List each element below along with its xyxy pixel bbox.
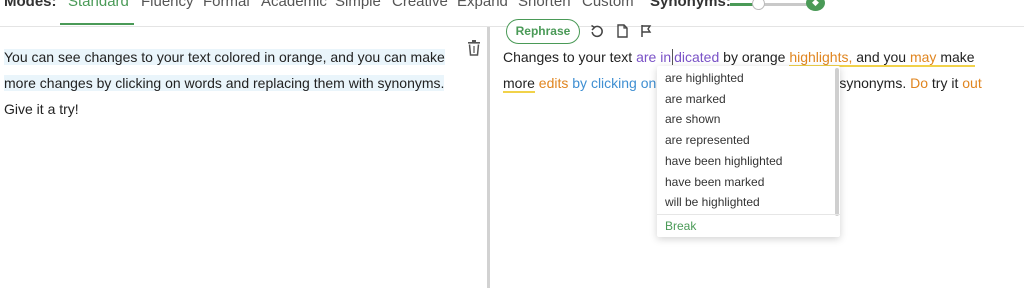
mode-standard[interactable]: Standard	[68, 0, 129, 10]
synonym-option[interactable]: will be highlighted	[665, 195, 760, 209]
active-mode-underline	[60, 23, 134, 25]
flag-icon[interactable]	[639, 24, 653, 38]
synonym-option[interactable]: have been highlighted	[665, 154, 782, 168]
input-text[interactable]: You can see changes to your text colored…	[4, 44, 454, 122]
synonym-option[interactable]: are represented	[665, 133, 750, 147]
output-word-do[interactable]: Do	[910, 75, 928, 91]
output-word-in[interactable]: in	[660, 49, 671, 65]
output-word-make[interactable]: make	[936, 49, 975, 67]
mode-academic[interactable]: Academic	[261, 0, 327, 10]
synonyms-slider[interactable]	[730, 3, 818, 6]
mode-shorten[interactable]: Shorten	[518, 0, 571, 10]
synonym-option[interactable]: are highlighted	[665, 71, 744, 85]
synonyms-label: Synonyms:	[650, 0, 731, 10]
mode-creative[interactable]: Creative	[392, 0, 448, 10]
output-word-by-clicking-on[interactable]: by clicking on	[572, 75, 656, 91]
rephrase-button[interactable]: Rephrase	[506, 19, 580, 44]
output-word-out[interactable]: out	[962, 75, 981, 91]
output-word-dicated[interactable]: dicated	[674, 49, 719, 65]
synonym-option[interactable]: have been marked	[665, 175, 764, 189]
output-text-plain: try it	[928, 75, 963, 91]
output-word-are[interactable]: are	[636, 49, 660, 65]
mode-simple[interactable]: Simple	[335, 0, 381, 10]
mode-expand[interactable]: Expand	[457, 0, 508, 10]
trash-icon[interactable]	[467, 40, 481, 56]
output-word-more[interactable]: more	[503, 75, 535, 93]
output-word-highlights[interactable]: highlights,	[789, 49, 853, 67]
synonyms-slider-knob[interactable]	[752, 0, 765, 10]
modes-label: Modes:	[4, 0, 57, 10]
pane-divider[interactable]	[487, 27, 490, 288]
synonym-option[interactable]: are marked	[665, 92, 726, 106]
dropdown-separator	[657, 214, 840, 215]
input-line-3: Give it a try!	[4, 101, 79, 117]
copy-icon[interactable]	[615, 24, 629, 38]
output-text-plain: Changes to your text	[503, 49, 637, 65]
mode-custom[interactable]: Custom	[582, 0, 634, 10]
output-word-may[interactable]: may	[909, 49, 937, 67]
break-option[interactable]: Break	[665, 219, 696, 233]
output-text-plain: by orange	[719, 49, 790, 65]
undo-icon[interactable]	[590, 24, 604, 38]
mode-formal[interactable]: Formal	[203, 0, 250, 10]
output-word-synonyms[interactable]: synonyms.	[839, 75, 906, 91]
synonym-option[interactable]: are shown	[665, 112, 720, 126]
input-line-2: more changes by clicking on words and re…	[4, 75, 445, 91]
output-word-edits[interactable]: edits	[539, 75, 569, 91]
mode-fluency[interactable]: Fluency	[141, 0, 194, 10]
synonym-dropdown: are highlighted are marked are shown are…	[657, 66, 840, 237]
text-cursor	[672, 49, 674, 65]
output-text-plain: and you	[852, 49, 910, 67]
input-line-1: You can see changes to your text colored…	[4, 49, 445, 65]
dropdown-scrollbar[interactable]	[835, 68, 839, 216]
diamond-icon[interactable]: ◆	[806, 0, 825, 11]
